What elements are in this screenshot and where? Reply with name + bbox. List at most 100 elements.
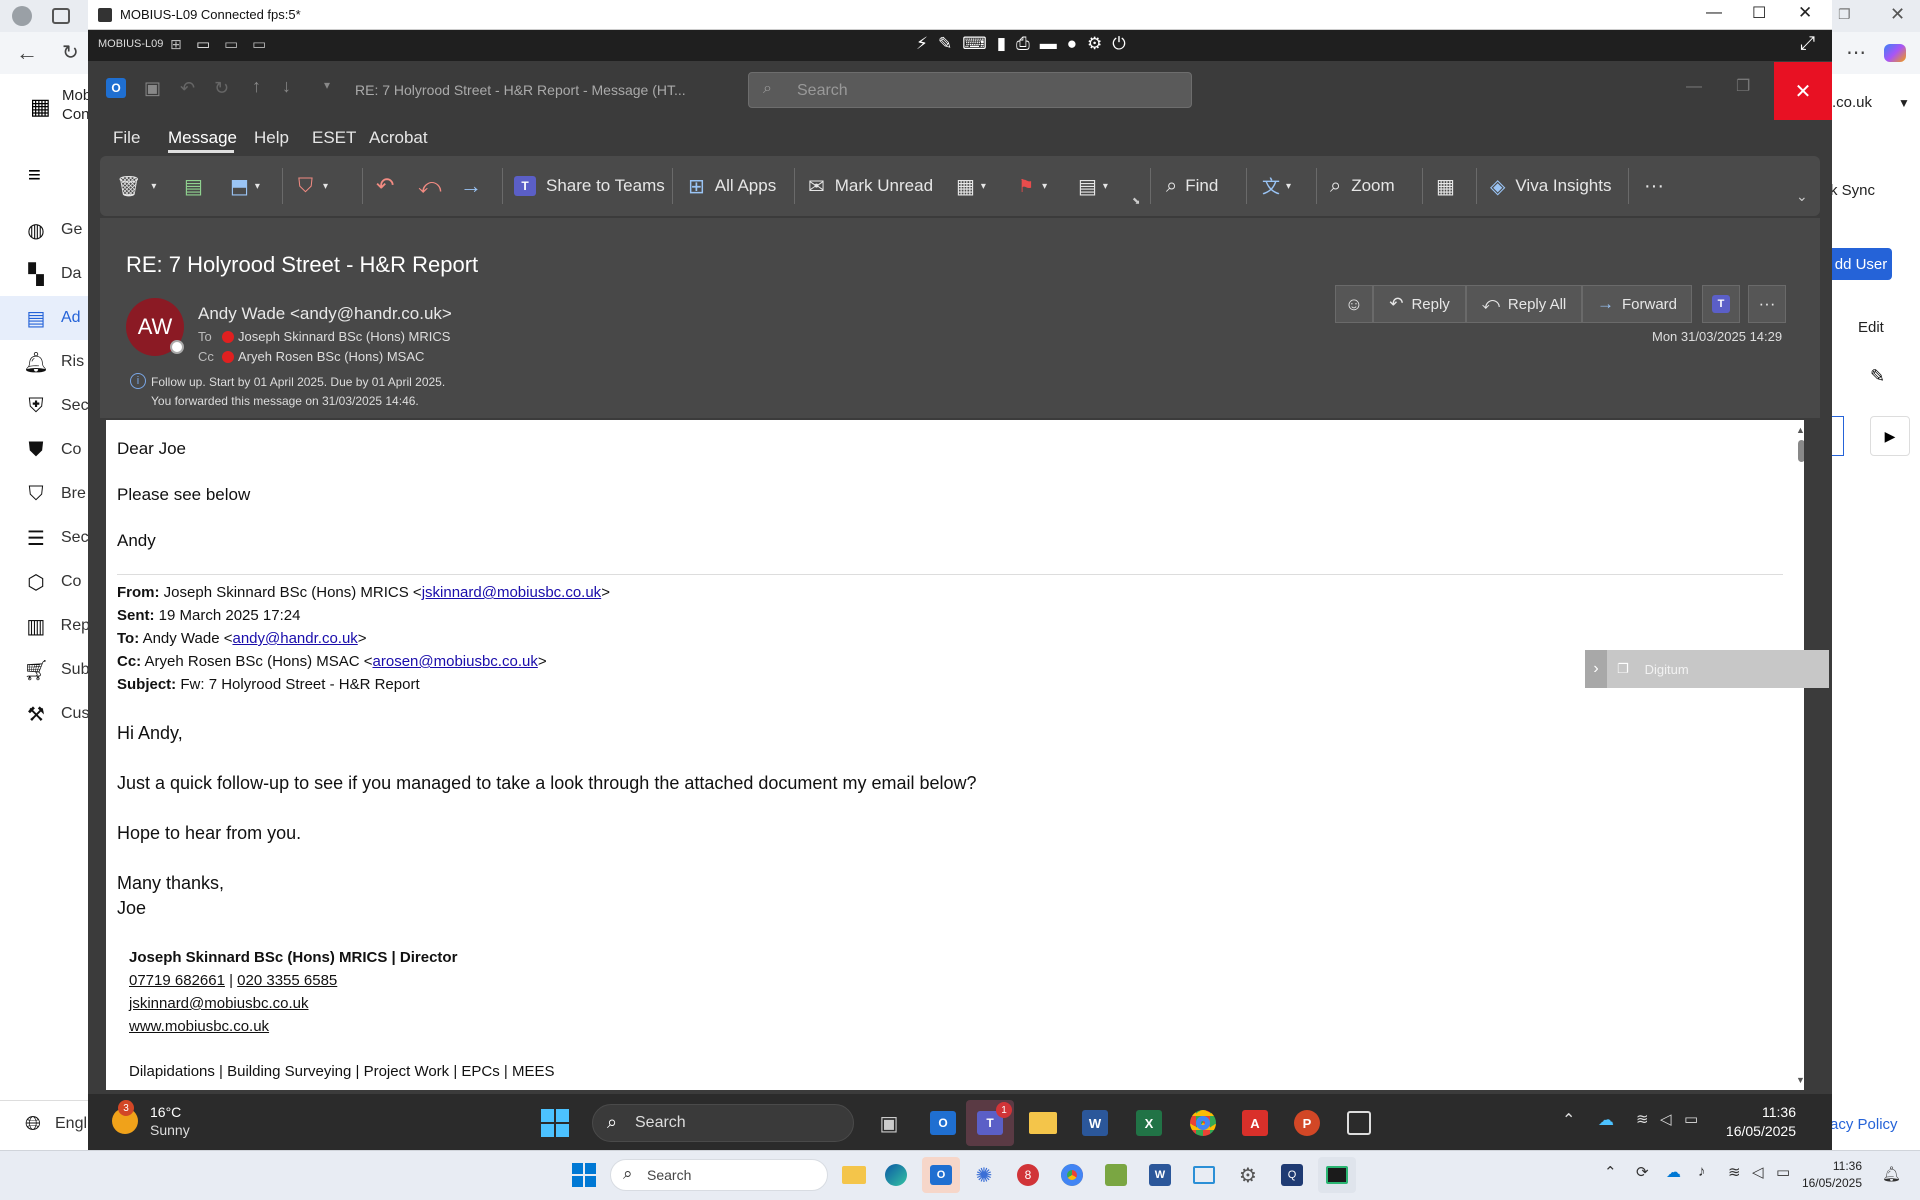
settings-icon[interactable]: ⚙	[1087, 34, 1102, 54]
chevron-down-icon[interactable]: ▼	[1898, 96, 1910, 110]
more-actions-button[interactable]: ···	[1748, 285, 1786, 323]
reply-button[interactable]: ↶ Reply	[1373, 285, 1466, 323]
copilot-icon[interactable]	[1884, 44, 1906, 62]
minimize-icon[interactable]: —	[1706, 4, 1722, 22]
wifi-icon[interactable]: ≋	[1636, 1110, 1649, 1128]
sidebar-item-7[interactable]: ⛉ Bre	[0, 472, 90, 516]
sidebar-item-11[interactable]: 🛒︎ Sub	[0, 648, 90, 692]
outlook-restore-icon[interactable]: ❐	[1736, 76, 1750, 96]
outlook-minimize-icon[interactable]: —	[1686, 78, 1702, 96]
more-commands-button[interactable]: ···	[1644, 170, 1664, 202]
menu-eset[interactable]: ESET	[312, 128, 356, 148]
battery-icon[interactable]: ▭	[1684, 1110, 1698, 1128]
monitor-icon[interactable]: ▭	[196, 35, 210, 53]
app-icon-2[interactable]: Q	[1278, 1161, 1306, 1189]
delete-button[interactable]: 🗑︎ ▾	[116, 170, 156, 202]
signature-email-link[interactable]: jskinnard@mobiusbc.co.uk	[129, 995, 308, 1012]
translate-button[interactable]: 文 ▾	[1262, 170, 1291, 202]
acrobat-taskbar-icon[interactable]: A	[1238, 1106, 1272, 1140]
add-user-button[interactable]: dd User	[1830, 248, 1892, 280]
sender-name[interactable]: Andy Wade <andy@handr.co.uk>	[198, 304, 452, 324]
host-search[interactable]: ⌕ Search	[610, 1159, 828, 1191]
sidebar-item-8[interactable]: ☰ Sec	[0, 516, 90, 560]
chrome-icon[interactable]	[1058, 1161, 1086, 1189]
zoom-button[interactable]: ⌕ Zoom	[1330, 170, 1395, 202]
sidebar-item-3[interactable]: ▤ Ad	[0, 296, 90, 340]
find-button[interactable]: ⌕ Find	[1166, 170, 1218, 202]
monitor-2-icon[interactable]: ▭	[224, 35, 238, 53]
power-icon[interactable]: ⏻	[1112, 34, 1125, 54]
scroll-down-icon[interactable]: ▼	[1796, 1075, 1804, 1085]
close-icon[interactable]: ✕	[1798, 3, 1812, 23]
collapse-ribbon-icon[interactable]: ⌄	[1796, 188, 1808, 205]
folder-icon[interactable]: ▬	[1040, 34, 1057, 54]
down-arrow-icon[interactable]: ↓	[282, 76, 291, 97]
to-email-link[interactable]: andy@handr.co.uk	[232, 630, 357, 647]
cc-email-link[interactable]: arosen@mobiusbc.co.uk	[373, 653, 538, 670]
edge-icon[interactable]	[882, 1161, 910, 1189]
sidebar-item-12[interactable]: ⚒ Cus	[0, 692, 90, 736]
maximize-icon[interactable]: ☐	[1752, 3, 1766, 23]
language-selector[interactable]: 🌐︎ Englis	[0, 1102, 99, 1146]
search-input[interactable]: Search	[797, 82, 848, 100]
gear-icon[interactable]: ⚙	[1234, 1161, 1262, 1189]
back-icon[interactable]: ←	[16, 40, 38, 66]
browser-restore-icon[interactable]: ❐	[1838, 6, 1851, 23]
menu-message[interactable]: Message	[168, 128, 237, 148]
from-email-link[interactable]: jskinnard@mobiusbc.co.uk	[422, 584, 601, 601]
keyboard-icon[interactable]: ⌨	[962, 34, 987, 54]
menu-help[interactable]: Help	[254, 128, 289, 148]
follow-up-button[interactable]: ⚑ ▾	[1018, 170, 1047, 202]
sync-dropdown[interactable]: k Sync	[1830, 182, 1875, 199]
rules-button[interactable]: ▤ ▾	[1078, 170, 1108, 202]
undo-icon[interactable]: ↶	[180, 78, 195, 99]
emoji-reaction-button[interactable]: ☺	[1335, 285, 1373, 323]
taskbar-search[interactable]: ⌕ Search	[592, 1104, 854, 1142]
all-apps-button[interactable]: ⊞ All Apps	[688, 170, 776, 202]
to-recipient[interactable]: Joseph Skinnard BSc (Hons) MRICS	[238, 329, 450, 344]
scroll-up-icon[interactable]: ▲	[1796, 425, 1804, 435]
up-arrow-icon[interactable]: ↑	[252, 76, 261, 97]
file-explorer-icon[interactable]	[1026, 1106, 1060, 1140]
sidebar-item-9[interactable]: ⬡ Co	[0, 560, 90, 604]
edit-link[interactable]: Edit	[1858, 319, 1884, 336]
chat-icon[interactable]: ●	[1067, 34, 1077, 54]
refresh-icon[interactable]: ↻	[62, 40, 79, 65]
remote-session-icon[interactable]	[1318, 1157, 1356, 1193]
search-box[interactable]: ⌕ Search	[748, 72, 1192, 108]
edit-icon[interactable]: ✎	[938, 34, 952, 54]
privacy-policy-link[interactable]: acy Policy	[1830, 1116, 1898, 1133]
browser-close-icon[interactable]: ✕	[1890, 4, 1905, 25]
report-message-button[interactable]: ▦	[1436, 170, 1455, 202]
redo-icon[interactable]: ↻	[214, 78, 229, 99]
onedrive-icon[interactable]: ☁	[1598, 1110, 1614, 1130]
categorize-button[interactable]: ▦ ▾	[956, 170, 986, 202]
archive-button[interactable]: ▤	[184, 170, 203, 202]
expand-group-icon[interactable]: ⬊	[1132, 196, 1140, 207]
remote-viewer-icon[interactable]	[1190, 1161, 1218, 1189]
chart-app-icon[interactable]	[1102, 1161, 1130, 1189]
viva-insights-button[interactable]: ◈ Viva Insights	[1490, 170, 1611, 202]
app-icon[interactable]: 8	[1014, 1161, 1042, 1189]
forward-button[interactable]: → Forward	[1582, 285, 1692, 323]
next-page-button[interactable]: ▶	[1870, 416, 1910, 456]
digitum-panel[interactable]: › ❐ Digitum	[1585, 650, 1829, 688]
sync-icon[interactable]: ⟳	[1636, 1163, 1649, 1181]
print-icon[interactable]: ⎙	[1016, 34, 1030, 54]
menu-acrobat[interactable]: Acrobat	[369, 128, 428, 148]
outlook-host-icon[interactable]: O	[922, 1157, 960, 1193]
outlook-taskbar-icon[interactable]: O	[926, 1106, 960, 1140]
start-button[interactable]	[570, 1161, 598, 1189]
clipboard-icon[interactable]: ▮	[997, 34, 1006, 54]
customize-qat-icon[interactable]: ▾	[324, 78, 330, 92]
powerpoint-taskbar-icon[interactable]: P	[1290, 1106, 1324, 1140]
settings-gear-icon[interactable]: ✺	[970, 1161, 998, 1189]
more-icon[interactable]: ⋯	[1846, 40, 1866, 65]
chrome-taskbar-icon[interactable]	[1186, 1106, 1220, 1140]
snipping-tool-icon[interactable]	[1342, 1106, 1376, 1140]
teams-chat-button[interactable]: T	[1702, 285, 1740, 323]
sidebar-item-1[interactable]: ◍ Ge	[0, 208, 90, 252]
reply-all-ribbon-button[interactable]: ⤺	[418, 170, 442, 202]
word-host-icon[interactable]: W	[1146, 1161, 1174, 1189]
fullscreen-icon[interactable]: ⤢	[1800, 33, 1815, 55]
